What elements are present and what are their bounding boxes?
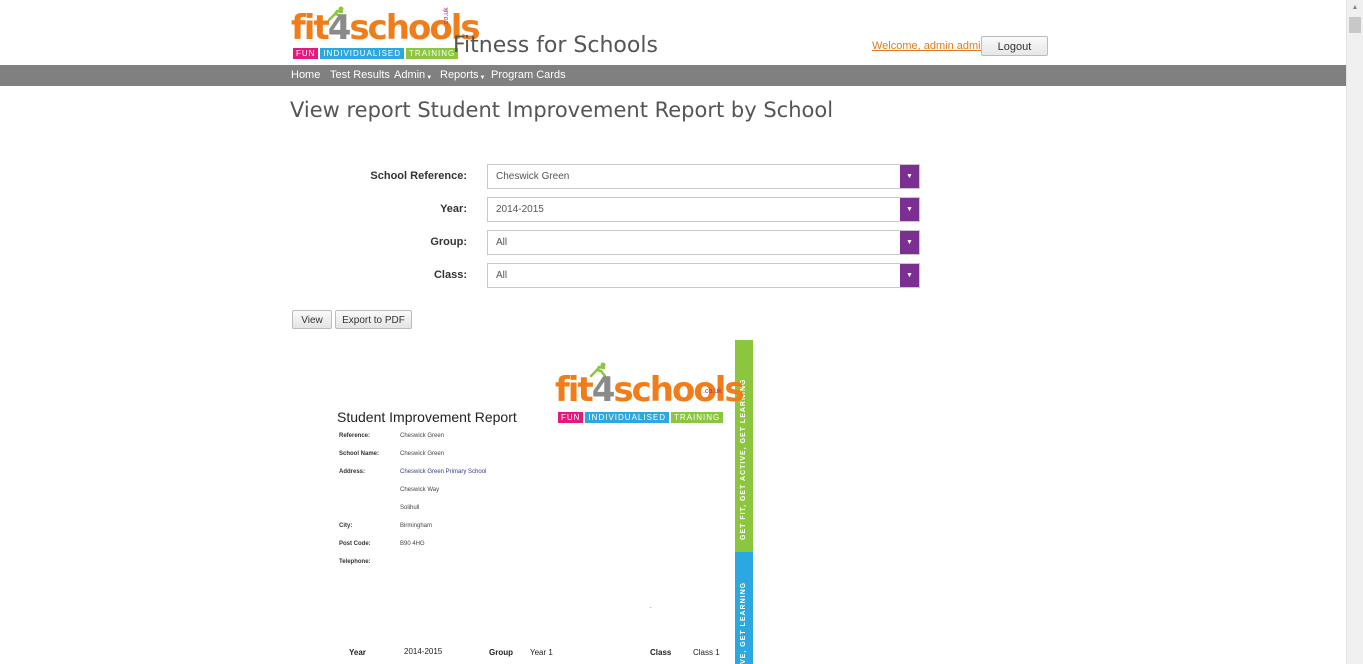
main-nav: Home Test Results Admin▼ Reports▼ Progra… [0, 65, 1346, 86]
logo-strip-training: TRAINING [406, 48, 459, 59]
nav-item-label: Reports [440, 69, 479, 81]
dropdown-arrow-icon[interactable]: ▼ [900, 231, 919, 254]
report-group-value: Year 1 [530, 648, 553, 657]
group-label: Group: [430, 236, 467, 248]
welcome-link[interactable]: Welcome, admin admin [872, 40, 987, 52]
logo-strip-fun: FUN [558, 412, 584, 423]
nav-item-label: Test Results [330, 69, 390, 81]
dropdown-arrow-icon[interactable]: ▼ [900, 198, 919, 221]
scroll-thumb[interactable] [1349, 17, 1361, 33]
logo-wordmark: fit4schools [291, 8, 481, 48]
report-side-text-blue: VE, GET LEARNING [740, 581, 747, 664]
report-reference-label: Reference: [339, 433, 371, 439]
nav-item-admin[interactable]: Admin▼ [394, 69, 432, 81]
report-preview: GET FIT, GET ACTIVE, GET LEARNING VE, GE… [291, 340, 753, 664]
report-city-value: Birmingham [400, 523, 433, 529]
caret-down-icon: ▼ [426, 75, 433, 81]
report-city-label: City: [339, 523, 353, 529]
report-reference-value: Cheswick Green [400, 433, 445, 439]
group-select[interactable]: All ▼ [487, 230, 920, 255]
school-reference-select[interactable]: Cheswick Green ▼ [487, 164, 920, 189]
page: fit4schools .co.uk FUN INDIVIDUALISED TR… [0, 0, 1346, 664]
caret-down-icon: ▼ [479, 75, 486, 81]
report-postcode-value: B90 4HG [400, 541, 425, 547]
logout-button[interactable]: Logout [981, 36, 1048, 56]
report-year-value: 2014-2015 [404, 647, 443, 656]
scroll-up-arrow-icon[interactable]: ▲ [1347, 0, 1363, 16]
dropdown-arrow-icon[interactable]: ▼ [900, 264, 919, 287]
report-postcode-label: Post Code: [339, 541, 371, 547]
report-logo-strip: FUN INDIVIDUALISED TRAINING [558, 412, 724, 423]
logo-strip-training: TRAINING [671, 412, 724, 423]
select-value: Cheswick Green [496, 171, 570, 182]
report-title: Student Improvement Report [337, 409, 517, 425]
report-address-value: Cheswick Green Primary School [400, 469, 487, 475]
nav-item-label: Program Cards [491, 69, 566, 81]
report-address-line2: Cheswick Way [400, 487, 440, 493]
report-logo-couk: .co.uk [703, 388, 722, 395]
report-school-name-value: Cheswick Green [400, 451, 445, 457]
nav-item-reports[interactable]: Reports▼ [440, 69, 485, 81]
report-address-label: Address: [339, 469, 366, 475]
select-value: 2014-2015 [496, 204, 544, 215]
class-select[interactable]: All ▼ [487, 263, 920, 288]
site-logo[interactable]: fit4schools .co.uk FUN INDIVIDUALISED TR… [291, 6, 481, 60]
report-logo: fit4schools .co.uk FUN INDIVIDUALISED TR… [555, 362, 745, 424]
class-label: Class: [433, 269, 467, 281]
page-title: View report Student Improvement Report b… [290, 98, 834, 122]
logo-strip-fun: FUN [293, 48, 319, 59]
site-title: Fitness for Schools [453, 33, 658, 58]
select-value: All [496, 237, 508, 248]
nav-item-label: Home [291, 69, 321, 81]
report-school-name-label: School Name: [339, 451, 380, 457]
report-telephone-label: Telephone: [339, 559, 371, 565]
logo-strip-individualised: INDIVIDUALISED [585, 412, 670, 423]
vertical-scrollbar[interactable]: ▲ [1346, 0, 1363, 664]
report-class-value: Class 1 [693, 648, 720, 657]
report-address-line3: Solihull [400, 505, 420, 511]
year-select[interactable]: 2014-2015 ▼ [487, 197, 920, 222]
logo-strip-individualised: INDIVIDUALISED [320, 48, 405, 59]
select-value: All [496, 270, 508, 281]
report-year-label: Year [349, 648, 366, 657]
report-group-label: Group [489, 648, 513, 657]
export-pdf-button[interactable]: Export to PDF [335, 310, 412, 329]
report-dot: . [650, 604, 652, 610]
logo-strip: FUN INDIVIDUALISED TRAINING [293, 48, 459, 59]
logo-couk: .co.uk [443, 7, 450, 26]
dropdown-arrow-icon[interactable]: ▼ [900, 165, 919, 188]
report-class-label: Class [650, 648, 672, 657]
view-button[interactable]: View [292, 310, 332, 329]
nav-item-test-results[interactable]: Test Results [330, 69, 390, 81]
year-label: Year: [440, 203, 467, 215]
nav-item-label: Admin [394, 69, 426, 81]
nav-item-program-cards[interactable]: Program Cards [491, 69, 566, 81]
nav-item-home[interactable]: Home [291, 69, 320, 81]
school-reference-label: School Reference: [370, 170, 467, 182]
